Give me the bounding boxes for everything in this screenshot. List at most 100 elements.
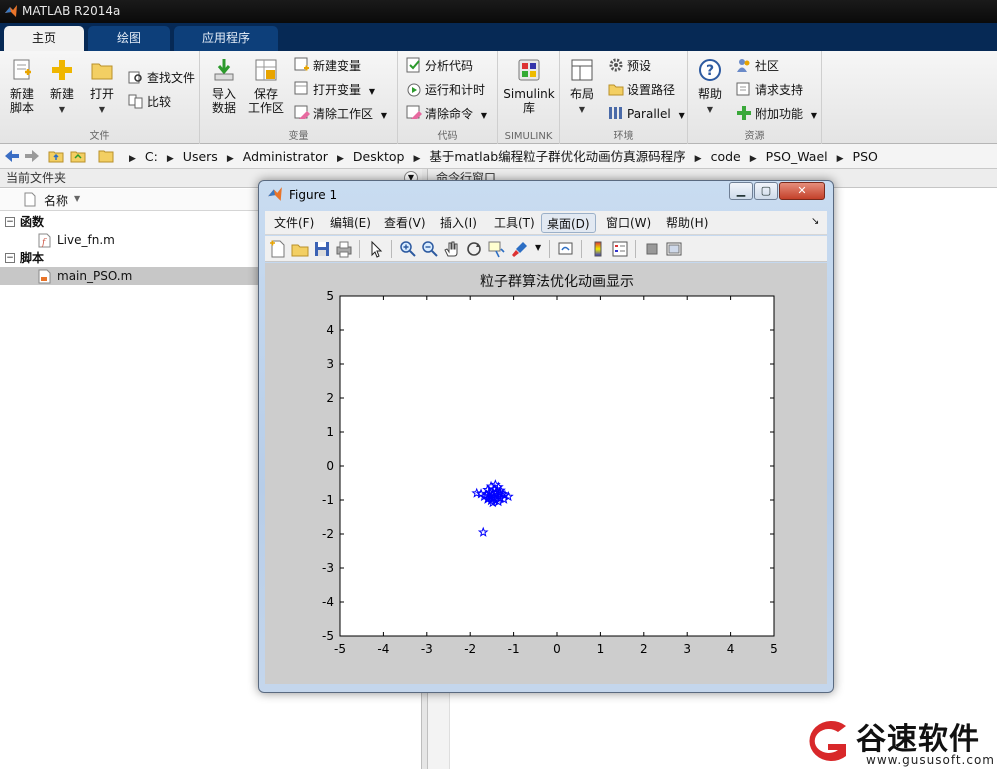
minimize-button[interactable]: ▁ (729, 182, 753, 200)
legend-icon[interactable] (611, 240, 629, 258)
chevron-down-icon[interactable]: ▼ (535, 243, 541, 252)
new-variable-button[interactable]: 新建变量 (294, 56, 361, 76)
help-button[interactable]: ? 帮助 ▼ (694, 57, 726, 117)
run-and-time-button[interactable]: 运行和计时 (406, 80, 485, 100)
menu-view[interactable]: 查看(V) (379, 213, 431, 233)
x-tick-label: 0 (553, 642, 561, 656)
preferences-button[interactable]: 预设 (608, 56, 651, 76)
collapse-icon[interactable]: − (5, 217, 15, 227)
new-figure-icon[interactable] (269, 240, 287, 258)
open-variable-button[interactable]: 打开变量 ▼ (294, 80, 375, 100)
group-resources: ? 帮助 ▼ 社区 请求支持 附加功能 ▼ 资源 (688, 51, 822, 144)
column-name-label: 名称 (44, 194, 69, 208)
data-cursor-icon[interactable] (487, 240, 505, 258)
colorbar-icon[interactable] (589, 240, 607, 258)
breadcrumb-item[interactable]: Desktop (353, 144, 405, 169)
save-workspace-button[interactable]: 保存 工作区 (246, 57, 286, 115)
clear-workspace-button[interactable]: 清除工作区 ▼ (294, 104, 387, 124)
link-plot-icon[interactable] (557, 240, 575, 258)
tab-apps[interactable]: 应用程序 (174, 26, 278, 51)
find-files-button[interactable]: 查找文件 (128, 68, 195, 88)
compare-icon (128, 94, 143, 109)
eraser-icon (294, 105, 310, 119)
compare-button[interactable]: 比较 (128, 92, 171, 112)
x-tick-label: -4 (377, 642, 389, 656)
up-folder-icon[interactable] (48, 149, 64, 163)
pan-hand-icon[interactable] (443, 240, 461, 258)
show-plot-tools-icon[interactable] (665, 240, 683, 258)
tab-plots[interactable]: 绘图 (88, 26, 170, 51)
figure-title-bar: Figure 1 (267, 183, 337, 207)
axes-background (339, 295, 775, 637)
parallel-button[interactable]: Parallel ▼ (608, 104, 685, 124)
maximize-button[interactable]: ▢ (754, 182, 778, 200)
back-arrow-icon[interactable] (4, 149, 20, 163)
menu-edit[interactable]: 编辑(E) (325, 213, 376, 233)
menu-file[interactable]: 文件(F) (269, 213, 319, 233)
figure-title: Figure 1 (289, 188, 338, 202)
browse-folder-icon[interactable] (70, 149, 86, 163)
breadcrumb-item[interactable]: 基于matlab编程粒子群优化动画仿真源码程序 (429, 144, 685, 169)
y-tick-label: 1 (326, 425, 334, 439)
figure-window[interactable]: Figure 1 ▁ ▢ ✕ 文件(F) 编辑(E) 查看(V) 插入(I) 工… (258, 180, 834, 693)
menu-tools[interactable]: 工具(T) (489, 213, 540, 233)
group-label: 环境 (613, 131, 634, 142)
request-support-button[interactable]: 请求支持 (736, 80, 803, 100)
open-button[interactable]: 打开 ▼ (84, 57, 120, 117)
tab-home[interactable]: 主页 (4, 26, 84, 51)
collapse-icon[interactable]: − (5, 253, 15, 263)
rotate-3d-icon[interactable] (465, 240, 483, 258)
breadcrumb-item[interactable]: Administrator (243, 144, 328, 169)
breadcrumb-item[interactable]: Users (183, 144, 218, 169)
watermark: 谷速软件 www.gususoft.com (796, 712, 997, 769)
breadcrumb-item[interactable]: PSO_Wael (766, 144, 828, 169)
add-ons-button[interactable]: 附加功能 ▼ (736, 104, 817, 124)
menu-help[interactable]: 帮助(H) (661, 213, 713, 233)
close-button[interactable]: ✕ (779, 182, 825, 200)
brush-icon[interactable] (511, 240, 529, 258)
address-bar: ▶ C: ▶ Users ▶ Administrator ▶ Desktop ▶ 基于matlab… (0, 144, 997, 169)
x-tick-label: 5 (770, 642, 778, 656)
toolbar-separator (549, 240, 550, 258)
chevron-down-icon: ▼ (98, 105, 106, 114)
y-tick-label: 5 (326, 289, 334, 303)
group-file: 新建 脚本 新建 ▼ 打开 ▼ 查找文件 比较 文件 (0, 51, 200, 144)
save-icon[interactable] (313, 240, 331, 258)
watermark-name: 谷速软件 (856, 722, 980, 757)
watermark-url: www.gususoft.com (866, 753, 995, 767)
breadcrumb-item[interactable]: code (711, 144, 741, 169)
function-file-icon: f (38, 233, 51, 248)
menu-window[interactable]: 窗口(W) (601, 213, 656, 233)
print-icon[interactable] (335, 240, 353, 258)
set-path-icon (608, 84, 624, 96)
menu-insert[interactable]: 插入(I) (435, 213, 482, 233)
community-button[interactable]: 社区 (736, 56, 779, 76)
dock-arrow-icon[interactable]: ↘ (811, 216, 819, 227)
forward-arrow-icon[interactable] (24, 149, 40, 163)
y-tick-label: 4 (326, 323, 334, 337)
y-tick-label: -1 (322, 493, 334, 507)
new-script-button[interactable]: 新建 脚本 (4, 57, 40, 115)
simulink-library-button[interactable]: Simulink 库 (501, 57, 557, 115)
menu-desktop[interactable]: 桌面(D) (541, 213, 596, 233)
analyze-code-button[interactable]: 分析代码 (406, 56, 473, 76)
layout-button[interactable]: 布局 ▼ (566, 57, 598, 117)
zoom-out-icon[interactable] (421, 240, 439, 258)
set-path-button[interactable]: 设置路径 (608, 80, 675, 100)
clear-commands-button[interactable]: 清除命令 ▼ (406, 104, 487, 124)
x-tick-label: -2 (464, 642, 476, 656)
new-button[interactable]: 新建 ▼ (44, 57, 80, 117)
pointer-icon[interactable] (367, 240, 385, 258)
import-data-button[interactable]: 导入 数据 (206, 57, 242, 115)
zoom-in-icon[interactable] (399, 240, 417, 258)
hide-plot-tools-icon[interactable] (643, 240, 661, 258)
toolbar-separator (359, 240, 360, 258)
breadcrumb-item[interactable]: PSO (853, 144, 878, 169)
group-simulink: Simulink 库 SIMULINK (498, 51, 560, 144)
chevron-down-icon: ▼ (678, 111, 685, 120)
app-title-bar: MATLAB R2014a (0, 0, 997, 23)
gear-icon (609, 58, 623, 72)
x-tick-label: 1 (597, 642, 605, 656)
open-file-icon[interactable] (291, 240, 309, 258)
breadcrumb-item[interactable]: C: (145, 144, 158, 169)
